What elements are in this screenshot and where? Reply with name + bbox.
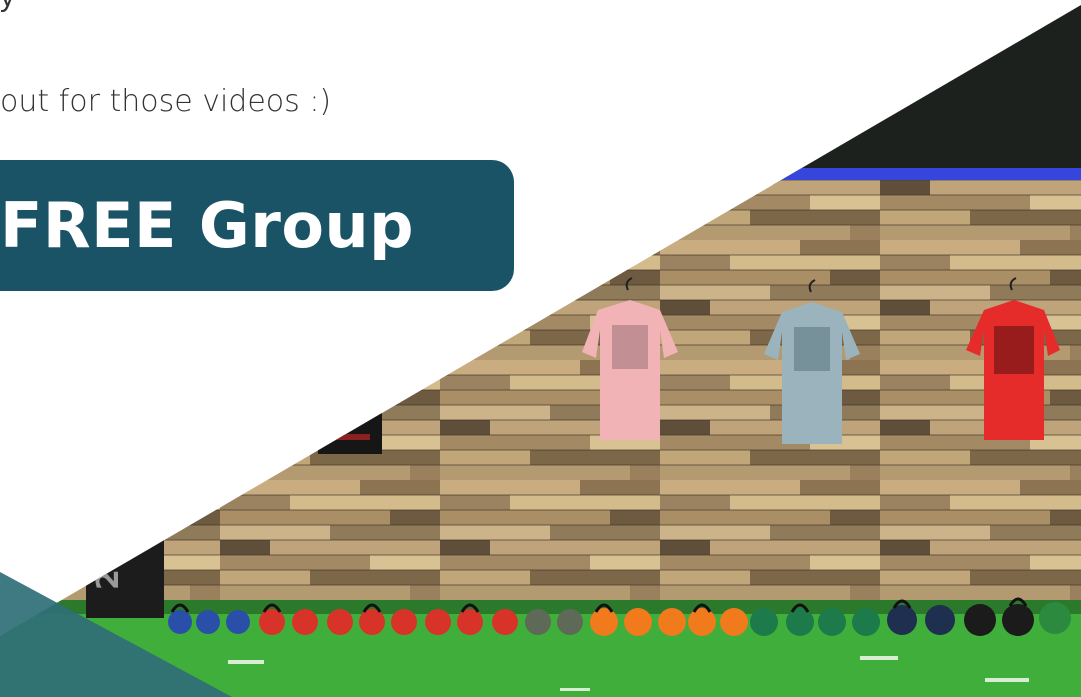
page: 24 out for those videos:) FREE Group — [0, 0, 1081, 697]
free-group-button[interactable]: FREE Group — [0, 160, 514, 291]
plyo-box: 24 — [86, 538, 164, 618]
hanging-bag — [318, 390, 382, 454]
subtext: out for those videos :) — [0, 84, 332, 119]
top-text-line: y — [0, 0, 15, 14]
plyo-box-label: 24 — [91, 548, 126, 590]
led-strip — [600, 168, 1081, 180]
